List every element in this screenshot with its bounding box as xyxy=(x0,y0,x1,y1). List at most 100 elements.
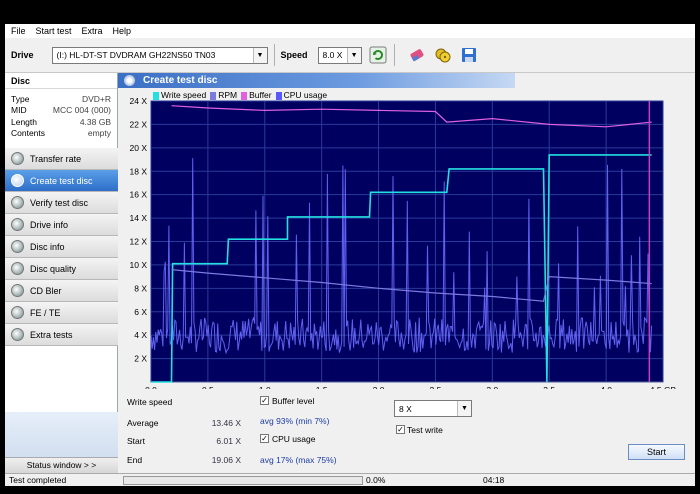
y-tick-label: 2 X xyxy=(134,354,147,364)
disc-header: Disc xyxy=(5,73,117,89)
menu-file[interactable]: File xyxy=(11,26,26,36)
status-text: Test completed xyxy=(9,475,67,485)
menu-help[interactable]: Help xyxy=(113,26,132,36)
results-area: Write speed Average 13.46 X Start 6.01 X… xyxy=(118,389,695,473)
speed-select-value: 8.0 X xyxy=(322,50,343,60)
chevron-down-icon: ▼ xyxy=(346,47,361,63)
buffer-level-label: Buffer level xyxy=(272,396,315,406)
drive-label: Drive xyxy=(11,50,34,60)
y-tick-label: 6 X xyxy=(134,307,147,317)
panel-title: Create test disc xyxy=(143,75,218,86)
status-window-button[interactable]: Status window > > xyxy=(5,457,118,473)
start-button[interactable]: Start xyxy=(628,444,685,460)
nav-filler xyxy=(5,412,118,457)
disc-length-value: 4.38 GB xyxy=(79,116,111,127)
menu-extra[interactable]: Extra xyxy=(82,26,103,36)
eraser-icon[interactable] xyxy=(407,45,427,65)
disc-mid-value: MCC 004 (000) xyxy=(52,105,111,116)
disc-length-label: Length xyxy=(11,116,37,127)
progress-percent: 0.0% xyxy=(366,475,386,485)
speed-label: Speed xyxy=(280,50,308,60)
nav-label: Disc info xyxy=(30,241,65,252)
test-write-checkbox[interactable]: ✓ xyxy=(396,425,405,434)
disc-icon xyxy=(11,262,24,275)
chart-area: Write speed RPM Buffer CPU usage 2 X4 X6… xyxy=(118,88,695,389)
disc-icon xyxy=(11,328,24,341)
toolbar: Drive (I:) HL-DT-ST DVDRAM GH22NS50 TN03… xyxy=(5,38,695,73)
refresh-icon[interactable] xyxy=(368,45,388,65)
disc-icon xyxy=(11,218,24,231)
y-tick-label: 20 X xyxy=(130,143,148,153)
elapsed-time: 04:18 xyxy=(483,475,505,485)
nav-cd-bler[interactable]: CD Bler xyxy=(5,280,118,302)
menu-start-test[interactable]: Start test xyxy=(36,26,72,36)
write-speed-select[interactable]: 8 X ▼ xyxy=(394,400,472,417)
disc-type-row: Type DVD+R xyxy=(5,93,117,105)
disc-contents-label: Contents xyxy=(11,128,46,139)
y-tick-label: 14 X xyxy=(130,213,148,223)
disc-type-label: Type xyxy=(11,93,30,104)
drive-select[interactable]: (I:) HL-DT-ST DVDRAM GH22NS50 TN03 ▼ xyxy=(51,46,268,64)
y-tick-label: 12 X xyxy=(130,237,148,247)
disc-mid-label: MID xyxy=(11,105,27,116)
buffer-level-stat: avg 93% (min 7%) xyxy=(260,416,330,426)
toolbar-separator xyxy=(273,44,275,66)
write-speed-chart: 2 X 4 X 6 X 8 X 10 X 12 X 14 X 16 X 18 X 20 X 22 X… xyxy=(130,96,677,389)
nav-drive-info[interactable]: Drive info xyxy=(5,214,118,236)
nav-disc-quality[interactable]: Disc quality xyxy=(5,258,118,280)
cpu-usage-checkbox[interactable]: ✓ xyxy=(260,434,269,443)
disc-icon xyxy=(11,152,24,165)
drive-select-value: (I:) HL-DT-ST DVDRAM GH22NS50 TN03 xyxy=(56,50,216,60)
panel-titlebar: Create test disc xyxy=(118,73,515,88)
nav-disc-info[interactable]: Disc info xyxy=(5,236,118,258)
test-write-label: Test write xyxy=(407,425,443,435)
nav-label: Drive info xyxy=(30,219,69,230)
nav-create-test-disc[interactable]: Create test disc xyxy=(5,170,118,192)
y-tick-label: 16 X xyxy=(130,190,148,200)
start-value: 6.01 X xyxy=(216,436,241,446)
nav-label: Create test disc xyxy=(30,175,93,186)
save-icon[interactable] xyxy=(459,45,479,65)
nav-label: Verify test disc xyxy=(30,197,89,208)
disc-mid-row: MID MCC 004 (000) xyxy=(5,105,117,117)
disc-icon xyxy=(11,174,24,187)
disc-contents-value: empty xyxy=(87,128,111,139)
progress-bar xyxy=(123,476,363,485)
status-bar: Test completed 0.0% 04:18 xyxy=(5,473,695,486)
left-panel: Disc Type DVD+R MID MCC 004 (000) Length 4.… xyxy=(5,73,118,473)
nav-label: Disc quality xyxy=(30,263,77,274)
toolbar-separator xyxy=(393,44,395,66)
cpu-usage-label: CPU usage xyxy=(272,434,316,444)
copy-icon[interactable] xyxy=(433,45,453,65)
disc-icon xyxy=(11,306,24,319)
nav-label: Extra tests xyxy=(30,329,73,340)
nav-label: CD Bler xyxy=(30,285,62,296)
cpu-usage-stat: avg 17% (max 75%) xyxy=(260,455,337,465)
disc-icon xyxy=(11,284,24,297)
y-tick-label: 22 X xyxy=(130,119,148,129)
nav-fe-te[interactable]: FE / TE xyxy=(5,302,118,324)
nav-transfer-rate[interactable]: Transfer rate xyxy=(5,148,118,170)
average-value: 13.46 X xyxy=(211,418,241,428)
stats-title: Write speed xyxy=(127,397,173,407)
nav-label: Transfer rate xyxy=(30,153,82,164)
disc-icon xyxy=(11,240,24,253)
disc-contents-row: Contents empty xyxy=(5,128,117,140)
buffer-level-checkbox[interactable]: ✓ xyxy=(260,396,269,405)
main-panel: Create test disc Write speed RPM Buffer … xyxy=(118,73,695,473)
menu-bar: File Start test Extra Help xyxy=(5,24,695,38)
chevron-down-icon: ▼ xyxy=(252,47,267,63)
y-tick-label: 10 X xyxy=(130,260,148,270)
speed-select[interactable]: 8.0 X ▼ xyxy=(317,46,362,64)
y-tick-label: 4 X xyxy=(134,330,147,340)
disc-icon xyxy=(11,196,24,209)
average-label: Average xyxy=(127,418,159,428)
nav-extra-tests[interactable]: Extra tests xyxy=(5,324,118,346)
y-tick-label: 18 X xyxy=(130,166,148,176)
test-nav: Transfer rate Create test disc Verify te… xyxy=(5,148,118,346)
end-label: End xyxy=(127,455,143,465)
disc-length-row: Length 4.38 GB xyxy=(5,116,117,128)
disc-info: Type DVD+R MID MCC 004 (000) Length 4.38 GB… xyxy=(5,89,117,139)
nav-verify-test-disc[interactable]: Verify test disc xyxy=(5,192,118,214)
y-tick-label: 24 X xyxy=(130,96,148,106)
